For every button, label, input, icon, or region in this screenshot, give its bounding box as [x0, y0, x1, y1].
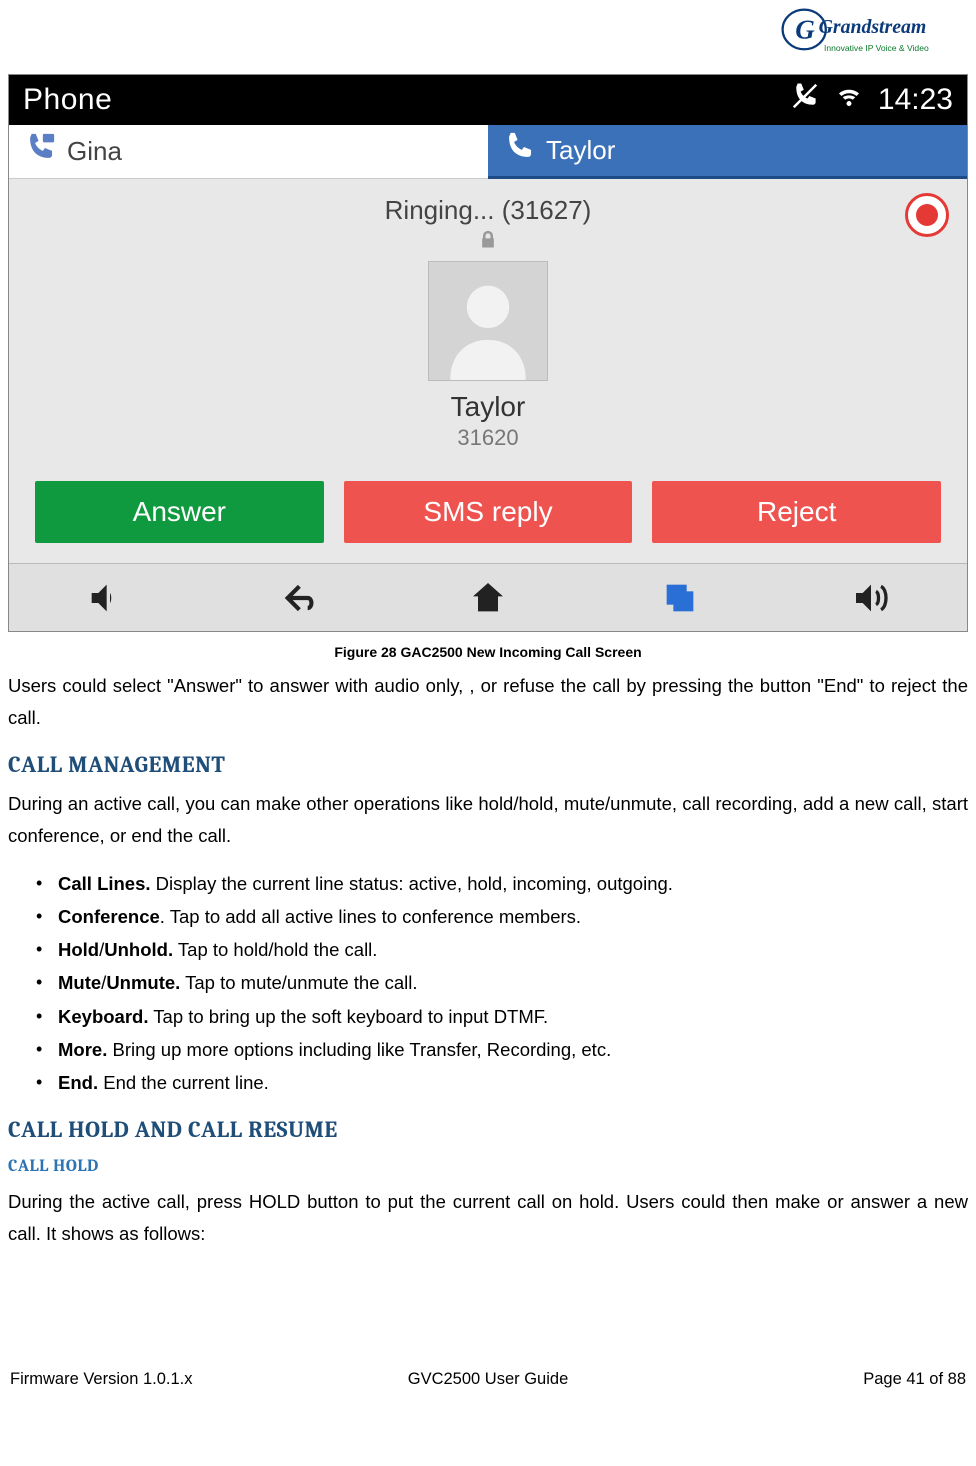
ringing-status: Ringing... (31627): [9, 195, 967, 226]
phone-icon: [23, 131, 57, 172]
logo-tagline: Innovative IP Voice & Video: [824, 43, 929, 53]
list-item: More. Bring up more options including li…: [36, 1033, 968, 1066]
paragraph-answer-note: Users could select "Answer" to answer wi…: [8, 670, 968, 735]
tab-label: Taylor: [546, 135, 615, 166]
handset-off-icon: [790, 81, 820, 119]
paragraph-call-management: During an active call, you can make othe…: [8, 788, 968, 853]
paragraph-call-hold: During the active call, press HOLD butto…: [8, 1186, 968, 1251]
back-icon[interactable]: [201, 564, 393, 631]
figure-caption: Figure 28 GAC2500 New Incoming Call Scre…: [8, 644, 968, 660]
tab-taylor[interactable]: Taylor: [488, 125, 967, 179]
wifi-icon: [834, 81, 864, 119]
logo-text: Grandstream: [819, 16, 927, 38]
tab-label: Gina: [67, 136, 122, 167]
recent-apps-icon[interactable]: [584, 564, 776, 631]
call-tabs: Gina Taylor: [9, 125, 967, 179]
volume-down-icon[interactable]: [9, 564, 201, 631]
page-footer: Firmware Version 1.0.1.x GVC2500 User Gu…: [8, 1370, 968, 1389]
caller-number: 31620: [9, 425, 967, 451]
clock-text: 14:23: [878, 83, 953, 117]
footer-doc-title: GVC2500 User Guide: [329, 1370, 648, 1389]
screenshot-incoming-call: Phone 14:23 Gina: [8, 74, 968, 632]
nav-bar: [9, 563, 967, 631]
footer-page-number: Page 41 of 88: [647, 1370, 966, 1389]
caller-avatar: [428, 261, 548, 381]
call-action-row: Answer SMS reply Reject: [9, 469, 967, 563]
caller-name: Taylor: [9, 391, 967, 423]
svg-text:G: G: [795, 14, 815, 44]
record-indicator-icon[interactable]: [905, 193, 949, 237]
feature-list: Call Lines. Display the current line sta…: [8, 867, 968, 1100]
lock-icon: [9, 230, 967, 255]
android-status-bar: Phone 14:23: [9, 75, 967, 125]
home-icon[interactable]: [392, 564, 584, 631]
call-info-area: Ringing... (31627) Taylor 31620: [9, 179, 967, 469]
heading-call-hold-resume: CALL HOLD AND CALL RESUME: [8, 1116, 968, 1143]
tab-gina[interactable]: Gina: [9, 125, 488, 179]
heading-call-management: CALL MANAGEMENT: [8, 751, 968, 778]
phone-icon: [502, 130, 536, 171]
volume-up-icon[interactable]: [775, 564, 967, 631]
list-item: Mute/Unmute. Tap to mute/unmute the call…: [36, 966, 968, 999]
list-item: Conference. Tap to add all active lines …: [36, 900, 968, 933]
list-item: End. End the current line.: [36, 1066, 968, 1099]
list-item: Keyboard. Tap to bring up the soft keybo…: [36, 1000, 968, 1033]
answer-button[interactable]: Answer: [35, 481, 324, 543]
list-item: Hold/Unhold. Tap to hold/hold the call.: [36, 933, 968, 966]
list-item: Call Lines. Display the current line sta…: [36, 867, 968, 900]
app-title: Phone: [23, 83, 790, 117]
subheading-call-hold: CALL HOLD: [8, 1157, 968, 1176]
reject-button[interactable]: Reject: [652, 481, 941, 543]
brand-logo: G Grandstream Innovative IP Voice & Vide…: [779, 6, 968, 65]
footer-firmware: Firmware Version 1.0.1.x: [10, 1370, 329, 1389]
sms-reply-button[interactable]: SMS reply: [344, 481, 633, 543]
